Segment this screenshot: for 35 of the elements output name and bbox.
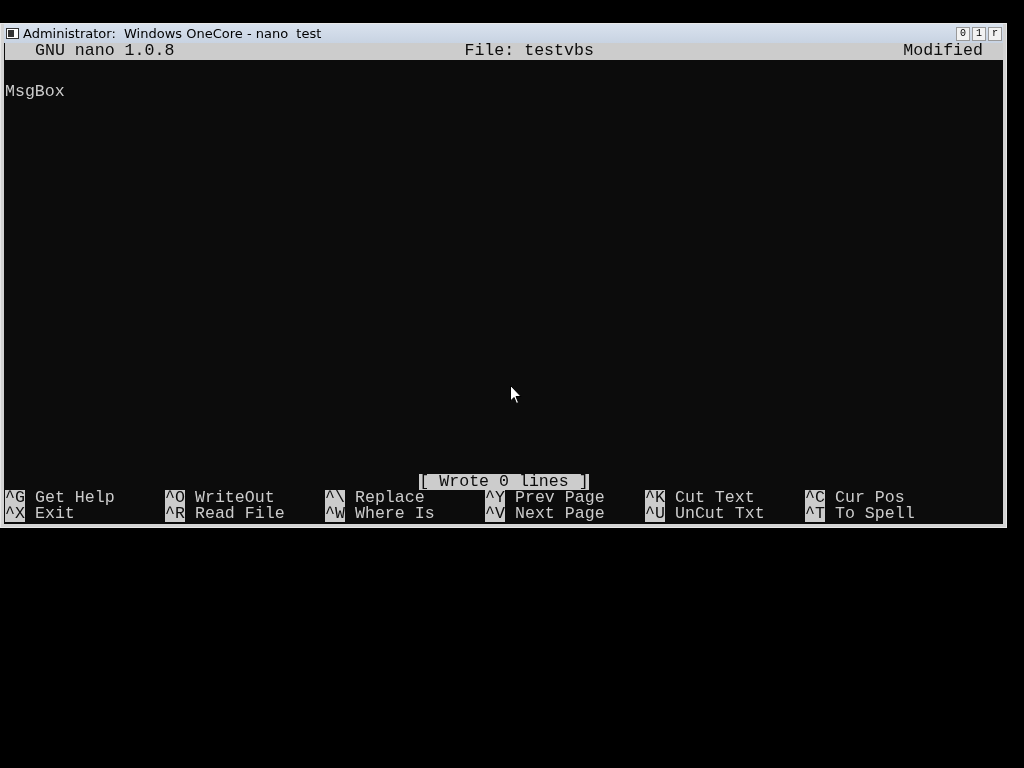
window-control-button[interactable]: 1 (972, 26, 986, 41)
shortcut-key: ^K (645, 490, 665, 506)
app-version: GNU nano 1.0.8 (35, 43, 175, 60)
status-message: [ Wrote 0 lines ] (419, 474, 589, 490)
shortcut-key: ^C (805, 490, 825, 506)
shortcut-label: Cut Text (675, 490, 755, 506)
shortcut-label: Cur Pos (835, 490, 905, 506)
window-control-button[interactable]: r (988, 26, 1002, 41)
file-name: File: testvbs (464, 43, 594, 60)
shortcut-key: ^X (5, 506, 25, 522)
shortcut-key: ^U (645, 506, 665, 522)
editor-line: MsgBox (5, 84, 66, 100)
modified-status: Modified (903, 43, 983, 60)
shortcut-key: ^V (485, 506, 505, 522)
shortcut-label: Get Help (35, 490, 115, 506)
shortcut-key: ^R (165, 506, 185, 522)
shortcut-label: Exit (35, 506, 75, 522)
shortcut-label: Next Page (515, 506, 605, 522)
shortcut-key: ^W (325, 506, 345, 522)
shortcut-key: ^O (165, 490, 185, 506)
window-control-button[interactable]: 0 (956, 26, 970, 41)
console-icon (6, 28, 19, 39)
shortcut-label: Where Is (355, 506, 435, 522)
shortcut-label: To Spell (835, 506, 915, 522)
shortcut-label: UnCut Txt (675, 506, 765, 522)
shortcut-key: ^G (5, 490, 25, 506)
shortcut-label: Prev Page (515, 490, 605, 506)
shortcut-label: Read File (195, 506, 285, 522)
window-title: Administrator: Windows OneCore - nano test (23, 24, 322, 43)
shortcut-label: WriteOut (195, 490, 275, 506)
shortcut-key: ^\ (325, 490, 345, 506)
shortcut-key: ^T (805, 506, 825, 522)
shortcut-label: Replace (355, 490, 425, 506)
shortcut-key: ^Y (485, 490, 505, 506)
mouse-pointer-icon (510, 385, 522, 405)
